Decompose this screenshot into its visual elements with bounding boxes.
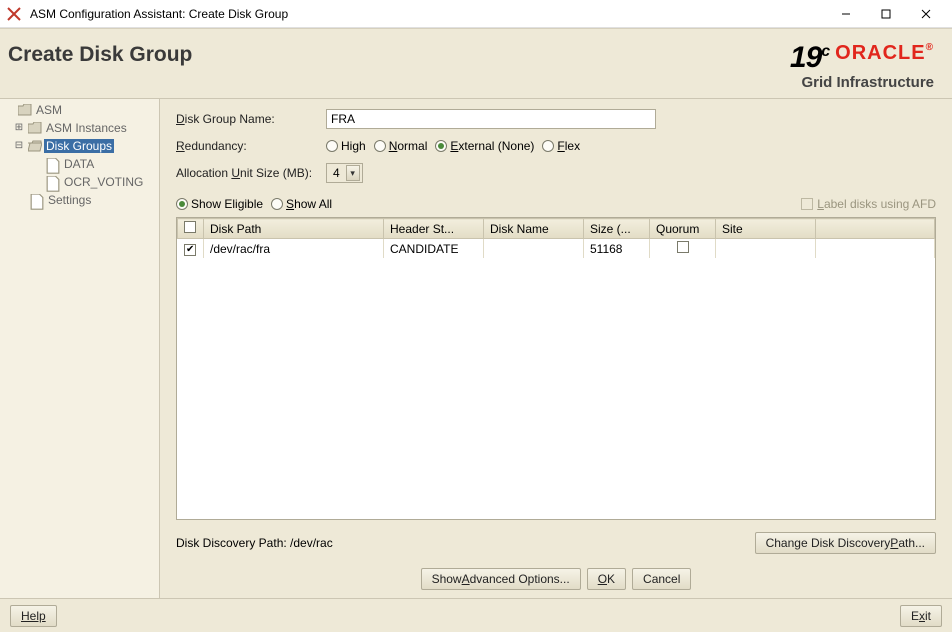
- label-disks-afd-checkbox: Label disks using AFD: [801, 197, 936, 211]
- close-button[interactable]: [906, 2, 946, 26]
- titlebar: ASM Configuration Assistant: Create Disk…: [0, 0, 952, 28]
- disk-group-name-input[interactable]: [326, 109, 656, 129]
- sidebar-tree[interactable]: ASM ⊞ ASM Instances ⊟ Disk Groups: [0, 99, 160, 598]
- file-icon: [46, 158, 60, 170]
- redundancy-normal-radio[interactable]: Normal: [374, 139, 428, 153]
- show-eligible-radio[interactable]: Show Eligible: [176, 197, 263, 211]
- tree-node-data[interactable]: DATA: [62, 157, 96, 171]
- maximize-button[interactable]: [866, 2, 906, 26]
- redundancy-external-radio[interactable]: External (None): [435, 139, 534, 153]
- ok-button[interactable]: OK: [587, 568, 626, 590]
- allocation-unit-label: Allocation Unit Size (MB):: [176, 166, 326, 180]
- folder-icon: [18, 104, 32, 116]
- select-all-checkbox[interactable]: [178, 219, 204, 239]
- tree-node-settings[interactable]: Settings: [46, 193, 93, 207]
- allocation-unit-select[interactable]: 4 ▾: [326, 163, 363, 183]
- tree-node-disk-groups[interactable]: Disk Groups: [44, 139, 114, 153]
- row-checkbox[interactable]: ✔: [184, 244, 196, 256]
- window-title: ASM Configuration Assistant: Create Disk…: [30, 7, 826, 21]
- quorum-checkbox[interactable]: [677, 241, 689, 253]
- minimize-button[interactable]: [826, 2, 866, 26]
- redundancy-flex-radio[interactable]: Flex: [542, 139, 580, 153]
- cancel-button[interactable]: Cancel: [632, 568, 691, 590]
- file-icon: [46, 176, 60, 188]
- cell-disk-path: /dev/rac/fra: [204, 239, 384, 259]
- col-site[interactable]: Site: [716, 219, 816, 239]
- show-all-radio[interactable]: Show All: [271, 197, 332, 211]
- col-disk-name[interactable]: Disk Name: [484, 219, 584, 239]
- file-icon: [30, 194, 44, 206]
- exit-button[interactable]: Exit: [900, 605, 942, 627]
- table-row[interactable]: ✔ /dev/rac/fra CANDIDATE 51168: [178, 239, 935, 259]
- show-advanced-options-button[interactable]: Show Advanced Options...: [421, 568, 581, 590]
- chevron-down-icon: ▾: [346, 165, 360, 181]
- col-quorum[interactable]: Quorum: [650, 219, 716, 239]
- page-title: Create Disk Group: [8, 43, 192, 67]
- cell-disk-name: [484, 239, 584, 259]
- folder-open-icon: [28, 140, 42, 152]
- disk-group-name-label: Disk Group Name:: [176, 112, 326, 126]
- oracle-brand: 19c ORACLE® Grid Infrastructure: [790, 43, 934, 90]
- change-discovery-path-button[interactable]: Change Disk Discovery Path...: [755, 532, 936, 554]
- cell-header-status: CANDIDATE: [384, 239, 484, 259]
- col-header-status[interactable]: Header St...: [384, 219, 484, 239]
- cell-site: [716, 239, 816, 259]
- redundancy-label: Redundancy:: [176, 139, 326, 153]
- tree-node-ocr-voting[interactable]: OCR_VOTING: [62, 175, 145, 189]
- folder-icon: [28, 122, 42, 134]
- app-icon: [6, 6, 22, 22]
- tree-node-asm[interactable]: ASM: [34, 103, 64, 117]
- help-button[interactable]: Help: [10, 605, 57, 627]
- redundancy-high-radio[interactable]: High: [326, 139, 366, 153]
- collapse-icon[interactable]: ⊟: [12, 139, 26, 153]
- disks-table[interactable]: Disk Path Header St... Disk Name Size (.…: [176, 217, 936, 520]
- col-disk-path[interactable]: Disk Path: [204, 219, 384, 239]
- expand-icon[interactable]: ⊞: [12, 121, 26, 135]
- col-size[interactable]: Size (...: [584, 219, 650, 239]
- tree-node-asm-instances[interactable]: ASM Instances: [44, 121, 129, 135]
- discovery-path-label: Disk Discovery Path: /dev/rac: [176, 536, 333, 550]
- cell-size: 51168: [584, 239, 650, 259]
